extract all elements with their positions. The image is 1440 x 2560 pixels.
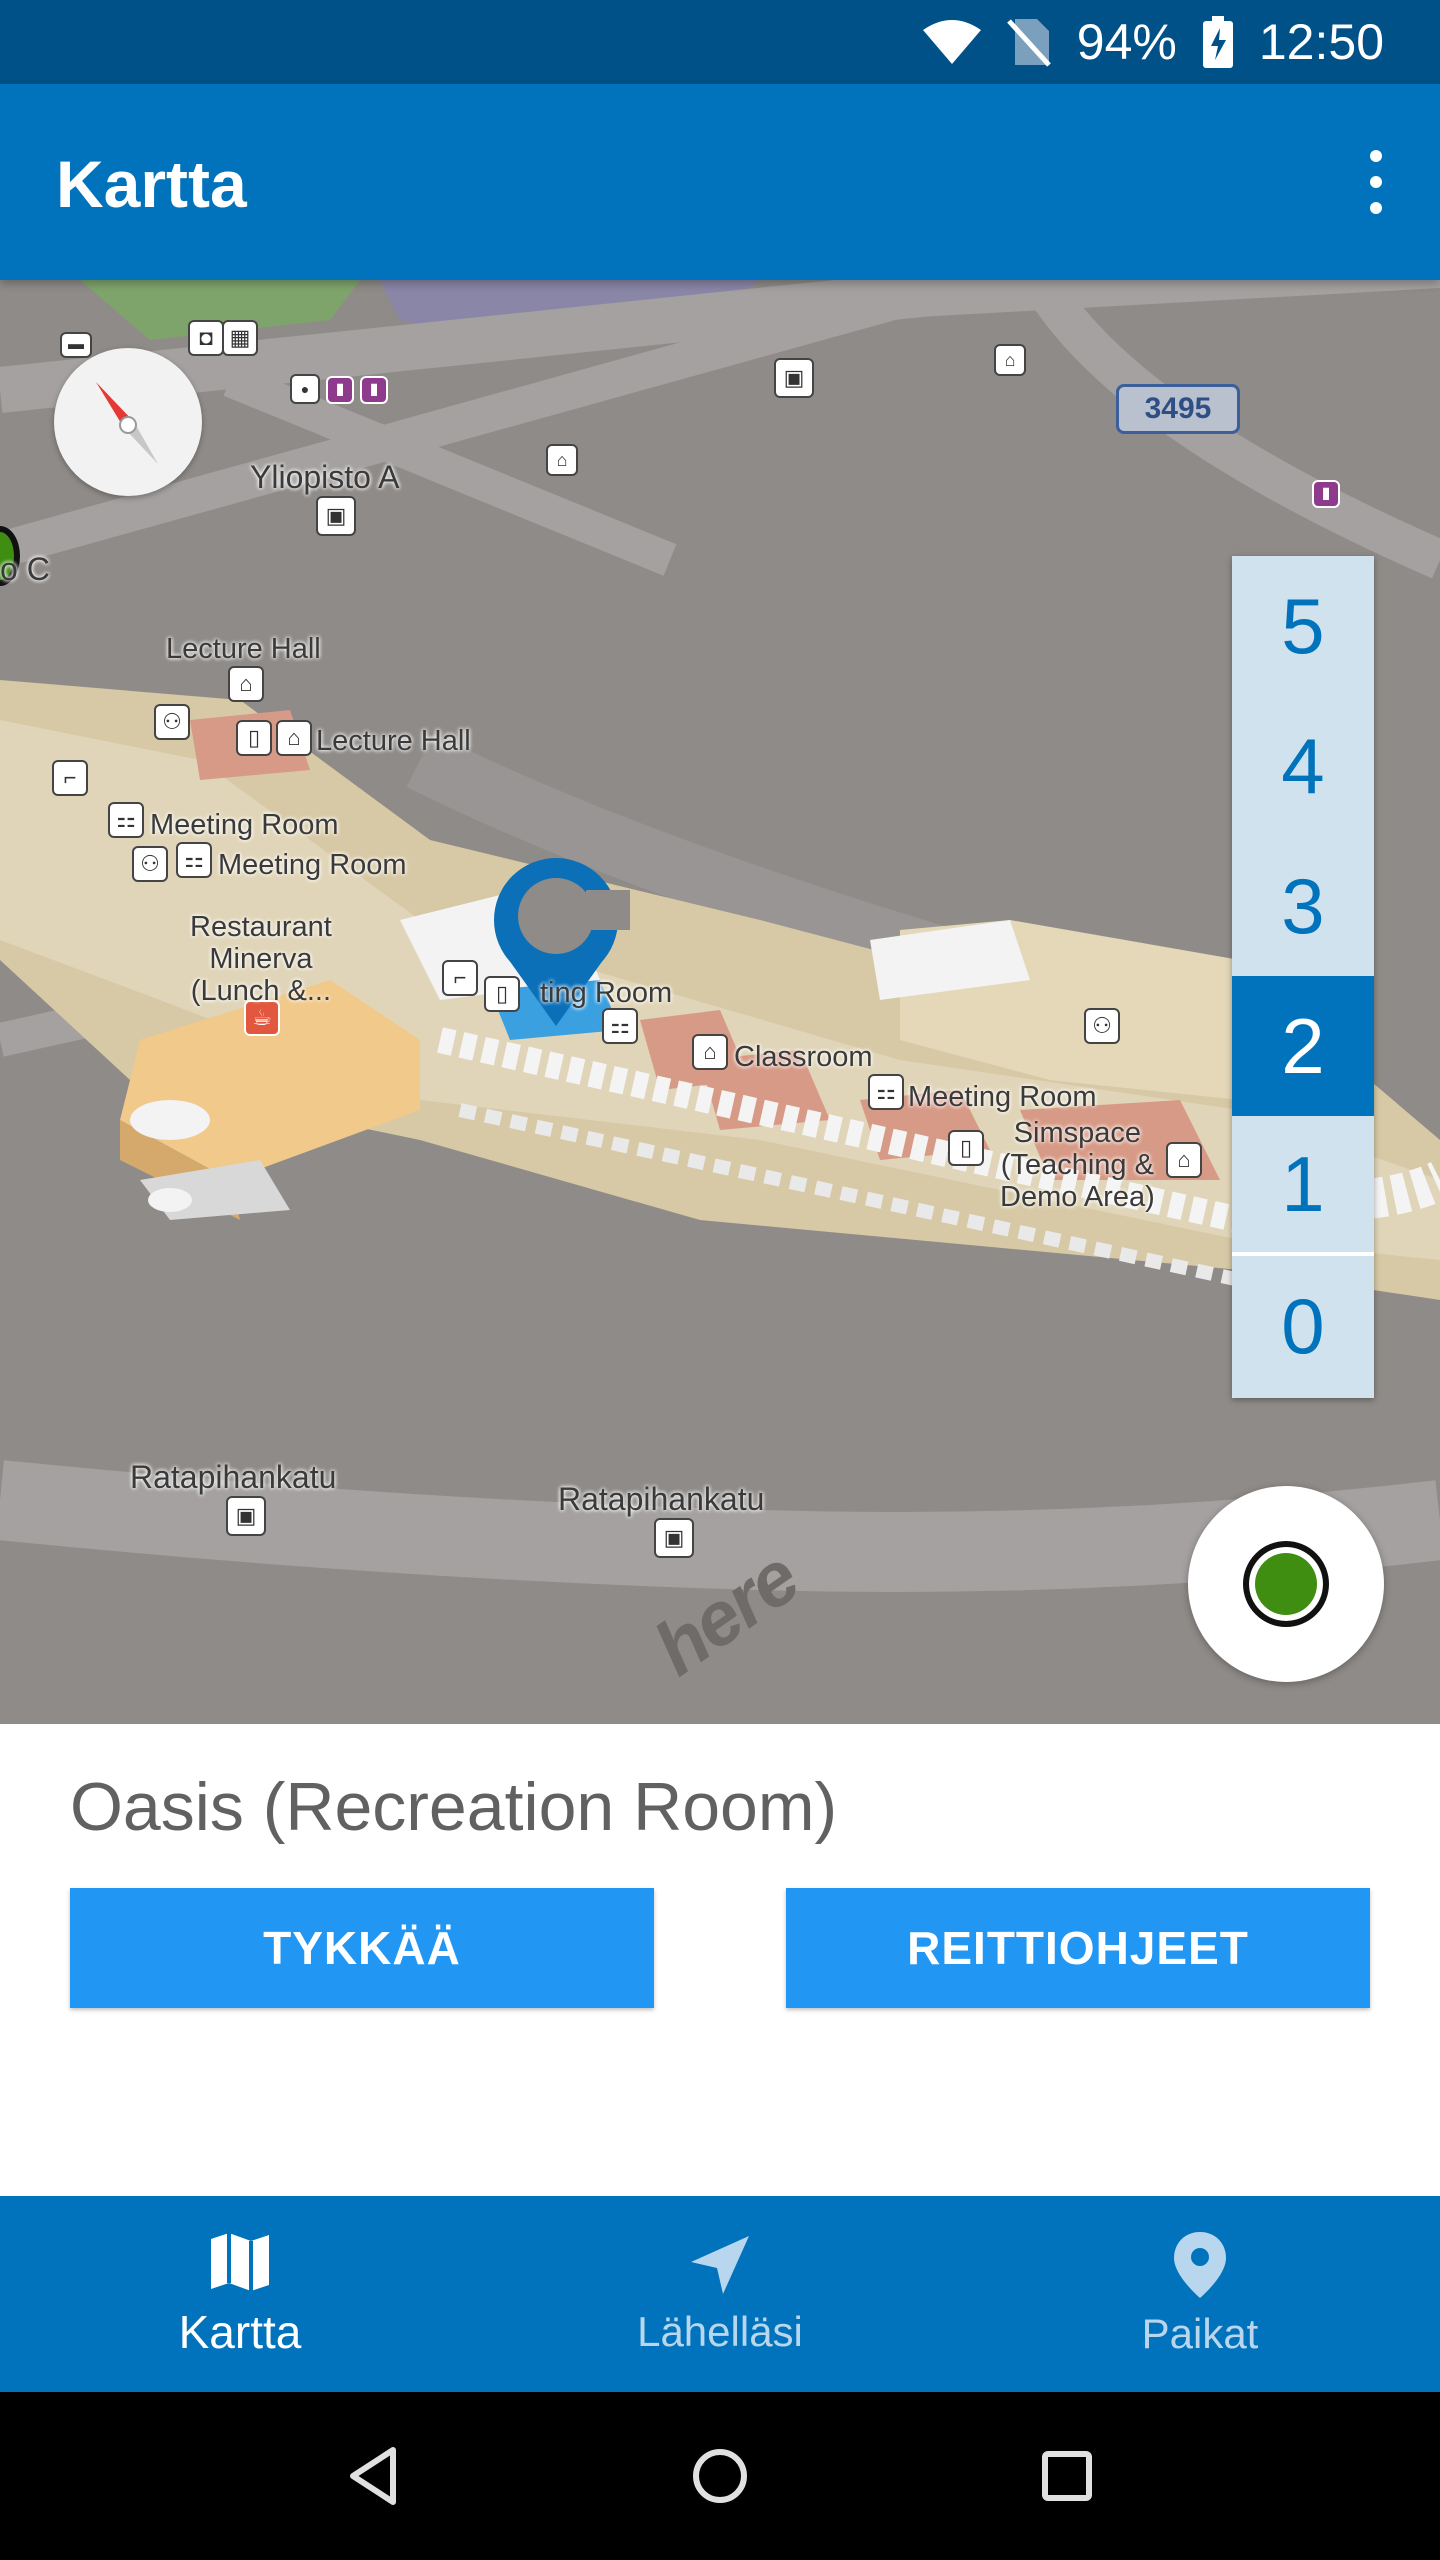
- navigation-arrow-icon: [691, 2236, 749, 2294]
- system-navigation-bar: [0, 2392, 1440, 2560]
- education-icon[interactable]: ⌂: [1166, 1142, 1202, 1178]
- floor-5-button[interactable]: 5: [1232, 556, 1374, 696]
- restroom-icon[interactable]: ⚇: [132, 846, 168, 882]
- meeting-room-icon[interactable]: ⚏: [176, 842, 212, 878]
- floor-4-button[interactable]: 4: [1232, 696, 1374, 836]
- wifi-icon: [922, 20, 981, 64]
- map-label-meeting-room: ting Room: [540, 977, 673, 1009]
- map-label-classroom: Classroom: [734, 1041, 873, 1073]
- shopping-bag-icon[interactable]: ▮: [1312, 480, 1340, 508]
- building-icon[interactable]: ▦: [222, 320, 258, 356]
- map-label-meeting-room: Meeting Room: [150, 809, 339, 841]
- dot-icon[interactable]: ●: [290, 374, 320, 404]
- app-bar: Kartta: [0, 84, 1440, 280]
- clock: 12:50: [1258, 14, 1384, 70]
- status-bar: 94% 12:50: [0, 0, 1440, 84]
- indoor-map[interactable]: 3495 ▬ ◘ ▦ ● ▮ ▮ ▣ ⌂ ▮ ⌂ ▣ ⌂ ⚇ ▯ ⌂ ⌐ ⚏ ⚇…: [0, 280, 1440, 1724]
- bus-stop-icon[interactable]: ▣: [316, 496, 356, 536]
- bus-stop-icon[interactable]: ▣: [654, 1518, 694, 1558]
- map-label-meeting-room: Meeting Room: [218, 849, 407, 881]
- meeting-room-icon[interactable]: ⚏: [602, 1008, 638, 1044]
- compass-button[interactable]: [54, 348, 202, 496]
- restroom-icon[interactable]: ⚇: [154, 704, 190, 740]
- education-icon[interactable]: ⌂: [692, 1034, 728, 1070]
- bus-stop-icon[interactable]: ▣: [774, 358, 814, 398]
- education-icon[interactable]: ⌂: [546, 444, 578, 476]
- nav-item-paikat[interactable]: Paikat: [960, 2196, 1440, 2392]
- map-label-restaurant-minerva: Restaurant Minerva (Lunch &...: [190, 911, 332, 1007]
- restroom-icon[interactable]: ⚇: [1084, 1008, 1120, 1044]
- home-icon[interactable]: [688, 2444, 752, 2508]
- floor-picker: 5 4 3 2 1 0: [1232, 556, 1374, 1398]
- floor-1-button[interactable]: 1: [1232, 1116, 1374, 1256]
- map-label-meeting-room: Meeting Room: [908, 1081, 1097, 1113]
- elevator-icon[interactable]: ▯: [484, 976, 520, 1012]
- my-location-button[interactable]: [1188, 1486, 1384, 1682]
- meeting-room-icon[interactable]: ⚏: [868, 1074, 904, 1110]
- nav-item-lahellasi[interactable]: Lähelläsi: [480, 2196, 960, 2392]
- page-title: Kartta: [56, 147, 247, 221]
- nav-item-kartta[interactable]: Kartta: [0, 2196, 480, 2392]
- map-label-partial-c: o C: [0, 551, 50, 587]
- place-pin-icon: [1174, 2232, 1226, 2298]
- back-icon[interactable]: [343, 2444, 403, 2508]
- bottom-navigation: Kartta Lähelläsi Paikat: [0, 2196, 1440, 2392]
- map-label-street: Ratapihankatu: [130, 1459, 337, 1495]
- stairs-icon[interactable]: ⌐: [442, 960, 478, 996]
- more-vert-icon: [1370, 150, 1382, 162]
- battery-charging-icon: [1202, 16, 1233, 68]
- nav-item-label: Lähelläsi: [637, 2308, 803, 2355]
- hotel-icon[interactable]: ▬: [60, 332, 92, 358]
- education-icon[interactable]: ⌂: [276, 720, 312, 756]
- taxi-icon[interactable]: ◘: [188, 320, 224, 356]
- recents-icon[interactable]: [1037, 2446, 1097, 2506]
- shopping-bag-icon[interactable]: ▮: [326, 376, 354, 404]
- overflow-menu-button[interactable]: [1352, 142, 1400, 222]
- shopping-bag-icon[interactable]: ▮: [360, 376, 388, 404]
- battery-percent: 94%: [1076, 14, 1177, 70]
- bus-stop-icon[interactable]: ▣: [226, 1496, 266, 1536]
- floor-0-button[interactable]: 0: [1232, 1256, 1374, 1396]
- compass-icon: [96, 382, 158, 464]
- road-number-badge: 3495: [1116, 384, 1240, 434]
- map-label-lecture-hall: Lecture Hall: [166, 633, 321, 665]
- place-title: Oasis (Recreation Room): [70, 1769, 838, 1845]
- nav-item-label: Kartta: [178, 2306, 302, 2358]
- floor-2-button[interactable]: 2: [1232, 976, 1374, 1116]
- place-details-sheet: Oasis (Recreation Room) TYKKÄÄ REITTIOHJ…: [0, 1724, 1440, 2196]
- education-icon[interactable]: ⌂: [994, 344, 1026, 376]
- map-icon: [211, 2233, 269, 2291]
- education-icon[interactable]: ⌂: [228, 666, 264, 702]
- nav-item-label: Paikat: [1141, 2310, 1259, 2357]
- meeting-room-icon[interactable]: ⚏: [108, 802, 144, 838]
- no-sim-icon: [1006, 17, 1051, 67]
- elevator-icon[interactable]: ▯: [948, 1130, 984, 1166]
- map-label-yliopisto-a: Yliopisto A: [250, 459, 400, 495]
- location-dot-icon: [1243, 1541, 1329, 1627]
- map-label-street: Ratapihankatu: [558, 1481, 765, 1517]
- floor-3-button[interactable]: 3: [1232, 836, 1374, 976]
- elevator-icon[interactable]: ▯: [236, 720, 272, 756]
- stairs-icon[interactable]: ⌐: [52, 760, 88, 796]
- map-label-simspace: Simspace (Teaching & Demo Area): [1000, 1117, 1155, 1213]
- map-label-lecture-hall: Lecture Hall: [316, 725, 471, 757]
- like-button[interactable]: TYKKÄÄ: [70, 1888, 654, 2008]
- directions-button[interactable]: REITTIOHJEET: [786, 1888, 1370, 2008]
